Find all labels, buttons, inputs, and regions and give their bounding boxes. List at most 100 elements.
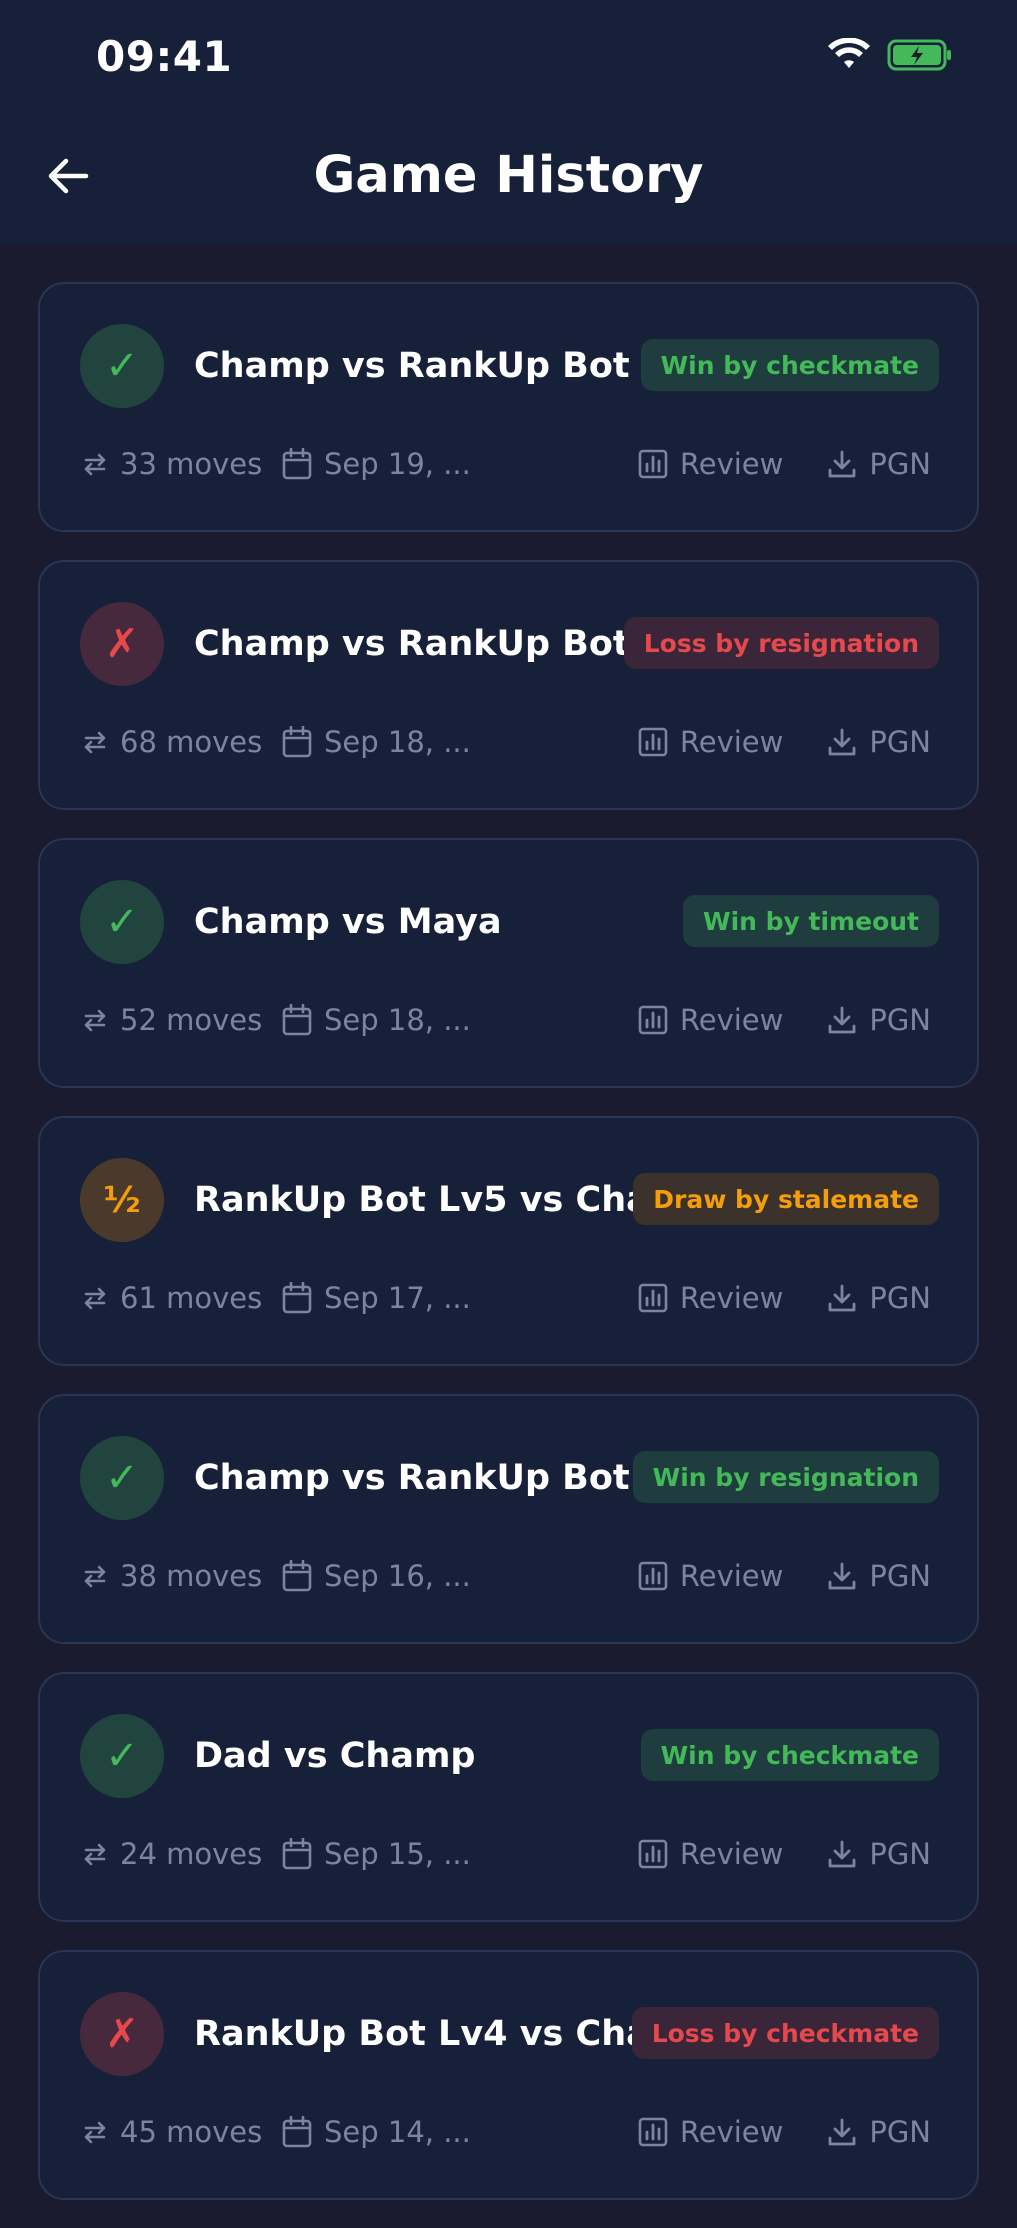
pgn-label: PGN [869,2115,931,2149]
pgn-label: PGN [869,1003,931,1037]
game-date: Sep 14, ... [282,2115,471,2149]
game-date: Sep 15, ... [282,1837,471,1871]
calendar-icon [282,1838,312,1870]
game-card[interactable]: ✓ Champ vs RankUp Bot Lv5 Win by resigna… [38,1394,979,1644]
pgn-download-button[interactable]: PGN [827,1559,931,1593]
game-meta-row: 33 moves Sep 19, ... Review PGN [82,440,931,488]
pgn-label: PGN [869,1281,931,1315]
review-button[interactable]: Review [638,447,783,481]
card-actions: Review PGN [638,1837,931,1871]
result-icon: ½ [80,1158,164,1242]
card-actions: Review PGN [638,1559,931,1593]
result-icon: ✓ [80,1436,164,1520]
game-card[interactable]: ✓ Champ vs Maya Win by timeout 52 moves [38,838,979,1088]
game-date: Sep 18, ... [282,725,471,759]
download-icon [828,2118,856,2146]
move-count: 52 moves [82,1003,282,1037]
review-label: Review [679,1559,784,1593]
game-meta-row: 61 moves Sep 17, ... Review PGN [82,1274,931,1322]
game-date: Sep 16, ... [282,1559,471,1593]
card-actions: Review PGN [638,1281,931,1315]
calendar-icon [282,1282,312,1314]
move-count-label: 61 moves [120,1281,263,1315]
chart-icon [638,449,668,479]
result-icon: ✗ [80,1992,164,2076]
calendar-icon [282,2116,312,2148]
pgn-download-button[interactable]: PGN [827,725,931,759]
calendar-icon [282,1004,312,1036]
game-card[interactable]: ½ RankUp Bot Lv5 vs Champ Draw by stalem… [38,1116,979,1366]
calendar-icon [282,726,312,758]
result-badge: Draw by stalemate [633,1173,939,1225]
chart-icon [638,1839,668,1869]
wifi-icon [828,38,870,68]
review-button[interactable]: Review [638,1281,783,1315]
pgn-download-button[interactable]: PGN [827,1003,931,1037]
result-badge: Win by timeout [683,895,939,947]
swap-arrows-icon [84,1287,106,1310]
game-date: Sep 19, ... [282,447,471,481]
review-label: Review [679,1003,784,1037]
game-meta-row: 52 moves Sep 18, ... Review PGN [82,996,931,1044]
card-actions: Review PGN [638,1003,931,1037]
game-meta-row: 68 moves Sep 18, ... Review PGN [82,718,931,766]
move-count: 68 moves [82,725,282,759]
move-count-label: 38 moves [120,1559,263,1593]
pgn-label: PGN [869,1837,931,1871]
swap-arrows-icon [84,1843,106,1866]
status-icons [827,38,953,72]
card-actions: Review PGN [638,447,931,481]
swap-arrows-icon [84,731,106,754]
game-date-label: Sep 14, ... [324,2115,471,2149]
card-actions: Review PGN [638,725,931,759]
game-card[interactable]: ✓ Champ vs RankUp Bot Lv5 Win by checkma… [38,282,979,532]
move-count: 33 moves [82,447,282,481]
review-label: Review [679,1837,784,1871]
review-button[interactable]: Review [638,1003,783,1037]
review-button[interactable]: Review [638,725,783,759]
swap-arrows-icon [84,1009,106,1032]
calendar-icon [282,448,312,480]
review-button[interactable]: Review [638,1837,783,1871]
pgn-label: PGN [869,725,931,759]
swap-arrows-icon [84,2121,106,2144]
review-label: Review [679,1281,784,1315]
game-card[interactable]: ✗ Champ vs RankUp Bot Lv6 Loss by resign… [38,560,979,810]
app-header: Game History [0,118,1017,244]
game-date-label: Sep 16, ... [324,1559,471,1593]
result-badge: Win by checkmate [640,1729,939,1781]
game-date-label: Sep 18, ... [324,1003,471,1037]
game-date-label: Sep 17, ... [324,1281,471,1315]
move-count-label: 45 moves [120,2115,263,2149]
review-button[interactable]: Review [638,2115,783,2149]
game-meta-row: 45 moves Sep 14, ... Review PGN [82,2108,931,2156]
game-date-label: Sep 18, ... [324,725,471,759]
result-badge: Loss by checkmate [631,2007,939,2059]
review-label: Review [679,447,784,481]
swap-arrows-icon [84,1565,106,1588]
calendar-icon [282,1560,312,1592]
game-meta-row: 38 moves Sep 16, ... Review PGN [82,1552,931,1600]
pgn-download-button[interactable]: PGN [827,2115,931,2149]
game-date-label: Sep 15, ... [324,1837,471,1871]
move-count-label: 33 moves [120,447,263,481]
chart-icon [638,1561,668,1591]
chart-icon [638,727,668,757]
game-card[interactable]: ✓ Dad vs Champ Win by checkmate 24 moves [38,1672,979,1922]
pgn-download-button[interactable]: PGN [827,447,931,481]
game-card[interactable]: ✗ RankUp Bot Lv4 vs Champ Loss by checkm… [38,1950,979,2200]
card-actions: Review PGN [638,2115,931,2149]
download-icon [828,1840,856,1868]
pgn-download-button[interactable]: PGN [827,1281,931,1315]
swap-arrows-icon [84,453,106,476]
pgn-label: PGN [869,1559,931,1593]
page-title: Game History [313,146,704,205]
result-icon: ✓ [80,880,164,964]
pgn-download-button[interactable]: PGN [827,1837,931,1871]
review-button[interactable]: Review [638,1559,783,1593]
download-icon [828,1562,856,1590]
move-count-label: 68 moves [120,725,263,759]
game-matchup: Champ vs RankUp Bot Lv5 [194,346,712,386]
download-icon [828,450,856,478]
review-label: Review [679,725,784,759]
